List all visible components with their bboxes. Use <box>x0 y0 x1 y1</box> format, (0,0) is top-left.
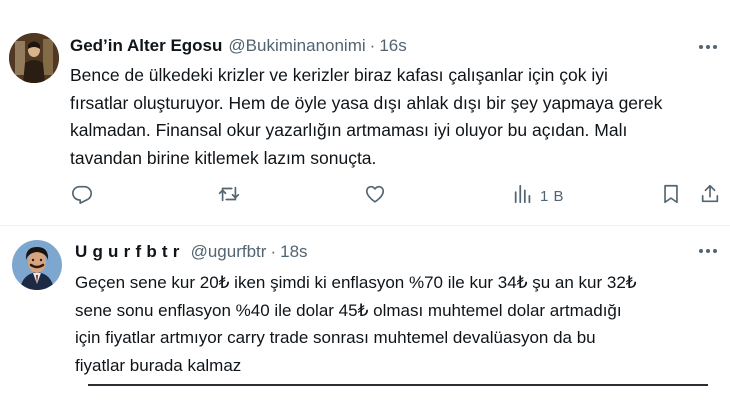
share-icon <box>699 183 721 210</box>
user-handle[interactable]: @Bukiminanonimi <box>228 36 365 55</box>
tweet-header: Ged’in Alter Egosu @Bukiminanonimi · 16s <box>70 35 407 57</box>
tweet-text: Bence de ülkedeki krizler ve kerizler bi… <box>70 62 662 172</box>
reply-button[interactable] <box>71 184 93 208</box>
user-handle[interactable]: @ugurfbtr <box>191 242 267 261</box>
tweet[interactable]: Ugurfbtr @ugurfbtr · 18s Geçen sene kur 20₺… <box>0 226 730 420</box>
tweet-text-line: kalmadan. Finansal okur yazarlığın artma… <box>70 120 628 140</box>
separator-dot: · <box>369 36 376 55</box>
tweet-text-line: Geçen sene kur 20₺ iken şimdi ki enflasy… <box>75 273 637 292</box>
tweet[interactable]: Ged’in Alter Egosu @Bukiminanonimi · 16s Be… <box>0 0 730 226</box>
more-options-icon[interactable] <box>697 36 719 58</box>
retweet-button[interactable] <box>218 184 240 208</box>
tweet-text-line: Bence de ülkedeki krizler ve kerizler bi… <box>70 65 608 85</box>
views-icon <box>512 183 534 210</box>
reply-icon <box>71 183 93 210</box>
avatar[interactable] <box>9 33 59 83</box>
tweet-text-line: tavandan birine kitlemek lazım sonuçta. <box>70 147 377 168</box>
tweet-text-line: için fiyatlar artmıyor carry trade sonra… <box>75 328 596 347</box>
divider <box>88 384 708 386</box>
like-button[interactable] <box>364 184 386 208</box>
tweet-text: Geçen sene kur 20₺ iken şimdi ki enflasy… <box>75 269 637 379</box>
tweet-text-line: fırsatlar oluşturuyor. Hem de öyle yasa … <box>70 92 663 113</box>
tweet-text-line: fiyatlar burada kalmaz <box>75 355 242 375</box>
tweet-actions: 1 B <box>0 184 730 208</box>
timestamp[interactable]: 18s <box>280 242 307 261</box>
more-options-icon[interactable] <box>697 240 719 262</box>
retweet-icon <box>218 183 240 210</box>
separator-dot: · <box>270 242 277 261</box>
share-button[interactable] <box>699 184 721 208</box>
display-name[interactable]: Ugurfbtr <box>75 242 185 261</box>
views-count: 1 B <box>540 187 565 205</box>
tweet-text-line: sene sonu enflasyon %40 ile dolar 45₺ ol… <box>75 300 622 320</box>
tweet-header: Ugurfbtr @ugurfbtr · 18s <box>75 241 308 263</box>
timestamp[interactable]: 16s <box>379 36 406 55</box>
views-button[interactable]: 1 B <box>512 184 564 208</box>
bookmark-icon <box>660 183 682 210</box>
bookmark-button[interactable] <box>660 184 682 208</box>
heart-icon <box>364 183 386 210</box>
avatar[interactable] <box>12 240 62 290</box>
display-name[interactable]: Ged’in Alter Egosu <box>70 36 222 55</box>
